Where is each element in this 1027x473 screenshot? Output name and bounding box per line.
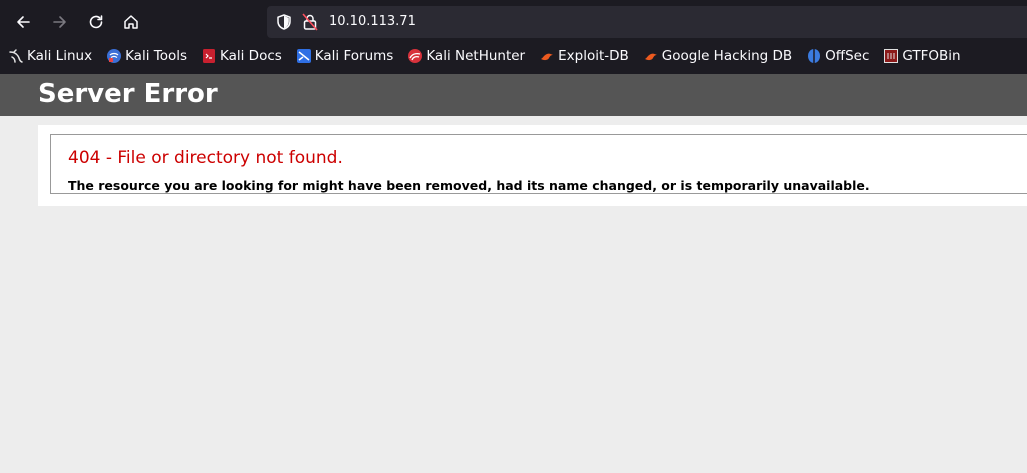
insecure-lock-icon[interactable]: [302, 13, 318, 31]
bookmark-kali-nethunter[interactable]: Kali NetHunter: [399, 44, 531, 68]
bookmark-label: Kali Linux: [27, 48, 93, 64]
forward-arrow-icon: [53, 16, 66, 28]
page-title: Server Error: [38, 79, 218, 109]
bookmark-exploit-db[interactable]: Exploit-DB: [531, 44, 635, 68]
bookmark-label: GTFOBin: [902, 48, 961, 64]
back-arrow-icon: [17, 16, 30, 28]
bookmark-label: Exploit-DB: [558, 48, 629, 64]
bookmark-offsec[interactable]: OffSec: [798, 44, 875, 68]
bookmark-label: Kali Docs: [220, 48, 282, 64]
reload-button[interactable]: [79, 5, 113, 39]
bookmark-label: OffSec: [825, 48, 870, 64]
address-bar[interactable]: 10.10.113.71: [267, 6, 1027, 38]
bookmark-label: Kali NetHunter: [426, 48, 526, 64]
forward-button[interactable]: [43, 5, 77, 39]
shield-icon[interactable]: [275, 13, 293, 31]
error-fieldset: 404 - File or directory not found. The r…: [50, 134, 1027, 194]
bookmark-kali-docs[interactable]: Kali Docs: [193, 44, 288, 68]
kali-dragon-icon: [9, 49, 23, 63]
bookmark-kali-tools[interactable]: Kali Tools: [98, 44, 193, 68]
offsec-icon: [808, 49, 821, 63]
kali-forums-icon: [296, 49, 311, 63]
bookmarks-toolbar: Kali Linux Kali Tools Kali Docs Kali For…: [0, 44, 1027, 68]
home-icon: [124, 15, 138, 29]
browser-toolbar: 10.10.113.71 Kali Linux Kali Tools Kali …: [0, 0, 1027, 74]
error-heading: 404 - File or directory not found.: [68, 148, 343, 168]
bookmark-label: Kali Tools: [125, 48, 187, 64]
google-hacking-db-icon: [644, 53, 657, 61]
kali-docs-icon: [203, 49, 215, 63]
error-content: 404 - File or directory not found. The r…: [38, 125, 1027, 206]
kali-tools-icon: [107, 49, 122, 63]
reload-icon: [89, 15, 103, 29]
bookmark-kali-forums[interactable]: Kali Forums: [288, 44, 400, 68]
bookmark-label: Google Hacking DB: [661, 48, 793, 64]
home-button[interactable]: [114, 5, 148, 39]
back-button[interactable]: [6, 5, 40, 39]
bookmark-gtfobin[interactable]: GTFOBin: [875, 44, 966, 68]
bookmark-kali-linux[interactable]: Kali Linux: [0, 44, 98, 68]
bookmark-google-hacking-db[interactable]: Google Hacking DB: [635, 44, 798, 68]
kali-nethunter-icon: [408, 49, 423, 63]
exploit-db-icon: [541, 53, 554, 61]
error-message: The resource you are looking for might h…: [68, 178, 870, 193]
url-text[interactable]: 10.10.113.71: [329, 13, 416, 31]
gtfobin-icon: [884, 49, 899, 63]
bookmark-label: Kali Forums: [314, 48, 394, 64]
